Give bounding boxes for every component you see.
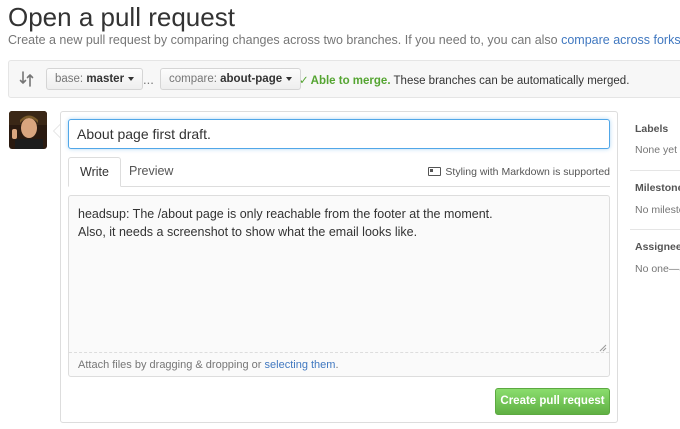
labels-heading[interactable]: Labels <box>635 123 668 135</box>
labels-value: None yet <box>635 144 678 156</box>
attach-end: . <box>335 359 339 371</box>
chevron-down-icon <box>286 76 293 81</box>
base-prefix: base: <box>55 73 87 85</box>
merge-status: ✓ Able to merge. These branches can be au… <box>299 73 629 87</box>
compare-prefix: compare: <box>169 73 221 85</box>
merge-status-detail: These branches can be automatically merg… <box>390 75 630 87</box>
range-ellipsis: ... <box>143 72 154 87</box>
tab-write[interactable]: Write <box>68 157 121 187</box>
resize-handle-icon[interactable] <box>599 344 607 352</box>
compare-arrows-icon <box>19 71 34 87</box>
branch-range-bar: base: master ... compare: about-page ✓ Ab… <box>8 60 680 98</box>
compare-across-forks-link[interactable]: compare across forks <box>561 33 680 47</box>
check-icon: ✓ <box>299 75 309 87</box>
attach-text: Attach files by dragging & dropping or <box>78 359 265 371</box>
merge-status-label: Able to merge. <box>310 75 391 87</box>
markdown-icon <box>428 167 442 176</box>
title-input[interactable] <box>68 119 610 149</box>
comment-line: headsup: The /about page is only reachab… <box>78 207 493 221</box>
milestone-heading[interactable]: Milestone <box>635 182 680 194</box>
comment-body: headsup: The /about page is only reachab… <box>78 205 493 241</box>
base-branch-name: master <box>86 73 125 85</box>
tab-preview[interactable]: Preview <box>118 157 184 187</box>
chevron-down-icon <box>128 76 135 81</box>
subtitle-text: Create a new pull request by comparing c… <box>8 33 562 47</box>
sidebar-divider <box>630 229 680 230</box>
comment-textarea[interactable]: headsup: The /about page is only reachab… <box>68 195 610 377</box>
base-branch-select[interactable]: base: master <box>46 68 144 90</box>
assignee-value: No one—a <box>635 263 680 275</box>
compare-branch-select[interactable]: compare: about-page <box>160 68 302 90</box>
form-pointer-inner <box>54 125 60 137</box>
comment-line: Also, it needs a screenshot to show what… <box>78 225 418 239</box>
attach-files-hint: Attach files by dragging & dropping or s… <box>78 359 339 371</box>
milestone-value: No milesto <box>635 204 680 216</box>
create-pull-request-button[interactable]: Create pull request <box>495 388 610 415</box>
drop-zone-divider <box>69 352 609 353</box>
sidebar-divider <box>630 170 680 171</box>
avatar <box>9 111 47 149</box>
markdown-hint[interactable]: Styling with Markdown is supported <box>428 166 610 178</box>
markdown-hint-label: Styling with Markdown is supported <box>445 166 610 178</box>
page-subtitle: Create a new pull request by comparing c… <box>8 33 680 47</box>
avatar-image <box>9 111 47 149</box>
compare-branch-name: about-page <box>220 73 283 85</box>
assignee-heading[interactable]: Assignee <box>635 241 680 253</box>
page-title: Open a pull request <box>8 2 235 32</box>
select-files-link[interactable]: selecting them <box>265 359 336 371</box>
